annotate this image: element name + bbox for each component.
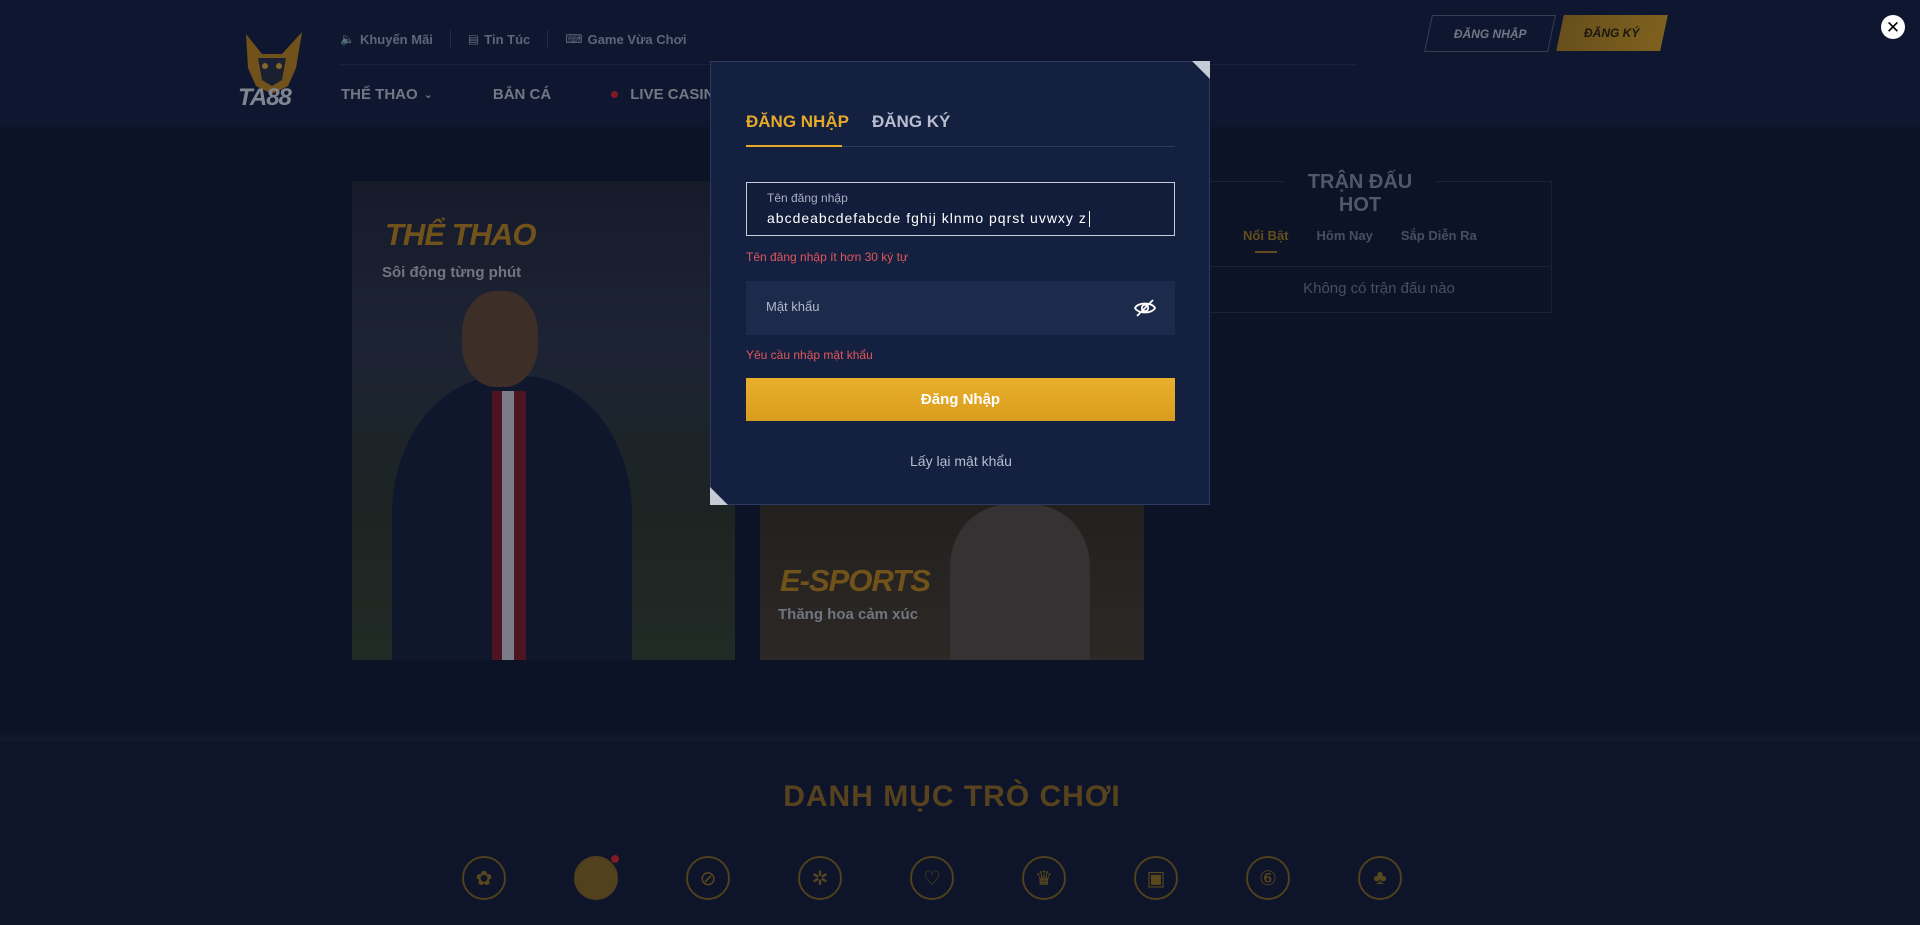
close-icon[interactable]: ✕ [1881,15,1905,39]
corner-decoration [710,487,728,505]
forgot-password-link[interactable]: Lấy lại mật khẩu [711,453,1211,469]
text-caret [1088,211,1090,228]
auth-tabs: ĐĂNG NHẬP ĐĂNG KÝ [746,112,1175,147]
username-error: Tên đăng nhập ít hơn 30 ký tự [746,250,909,264]
username-label: Tên đăng nhập [767,191,848,205]
login-modal: ĐĂNG NHẬP ĐĂNG KÝ Tên đăng nhập abcdeabc… [710,61,1210,505]
password-placeholder: Mật khẩu [766,299,820,314]
username-input[interactable]: abcdeabcdefabcde fghij klnmo pqrst uvwxy… [767,210,1090,228]
corner-decoration [1192,61,1210,79]
username-field[interactable]: Tên đăng nhập abcdeabcdefabcde fghij kln… [746,182,1175,236]
password-field[interactable]: Mật khẩu [746,281,1175,335]
username-value: abcdeabcdefabcde fghij klnmo pqrst uvwxy… [767,210,1087,226]
password-error: Yêu cầu nhập mật khẩu [746,348,873,362]
active-tab-indicator [746,145,842,147]
tab-register[interactable]: ĐĂNG KÝ [872,112,950,132]
login-submit-button[interactable]: Đăng Nhập [746,378,1175,421]
eye-slash-icon[interactable] [1133,296,1157,320]
tab-login[interactable]: ĐĂNG NHẬP [746,112,849,132]
